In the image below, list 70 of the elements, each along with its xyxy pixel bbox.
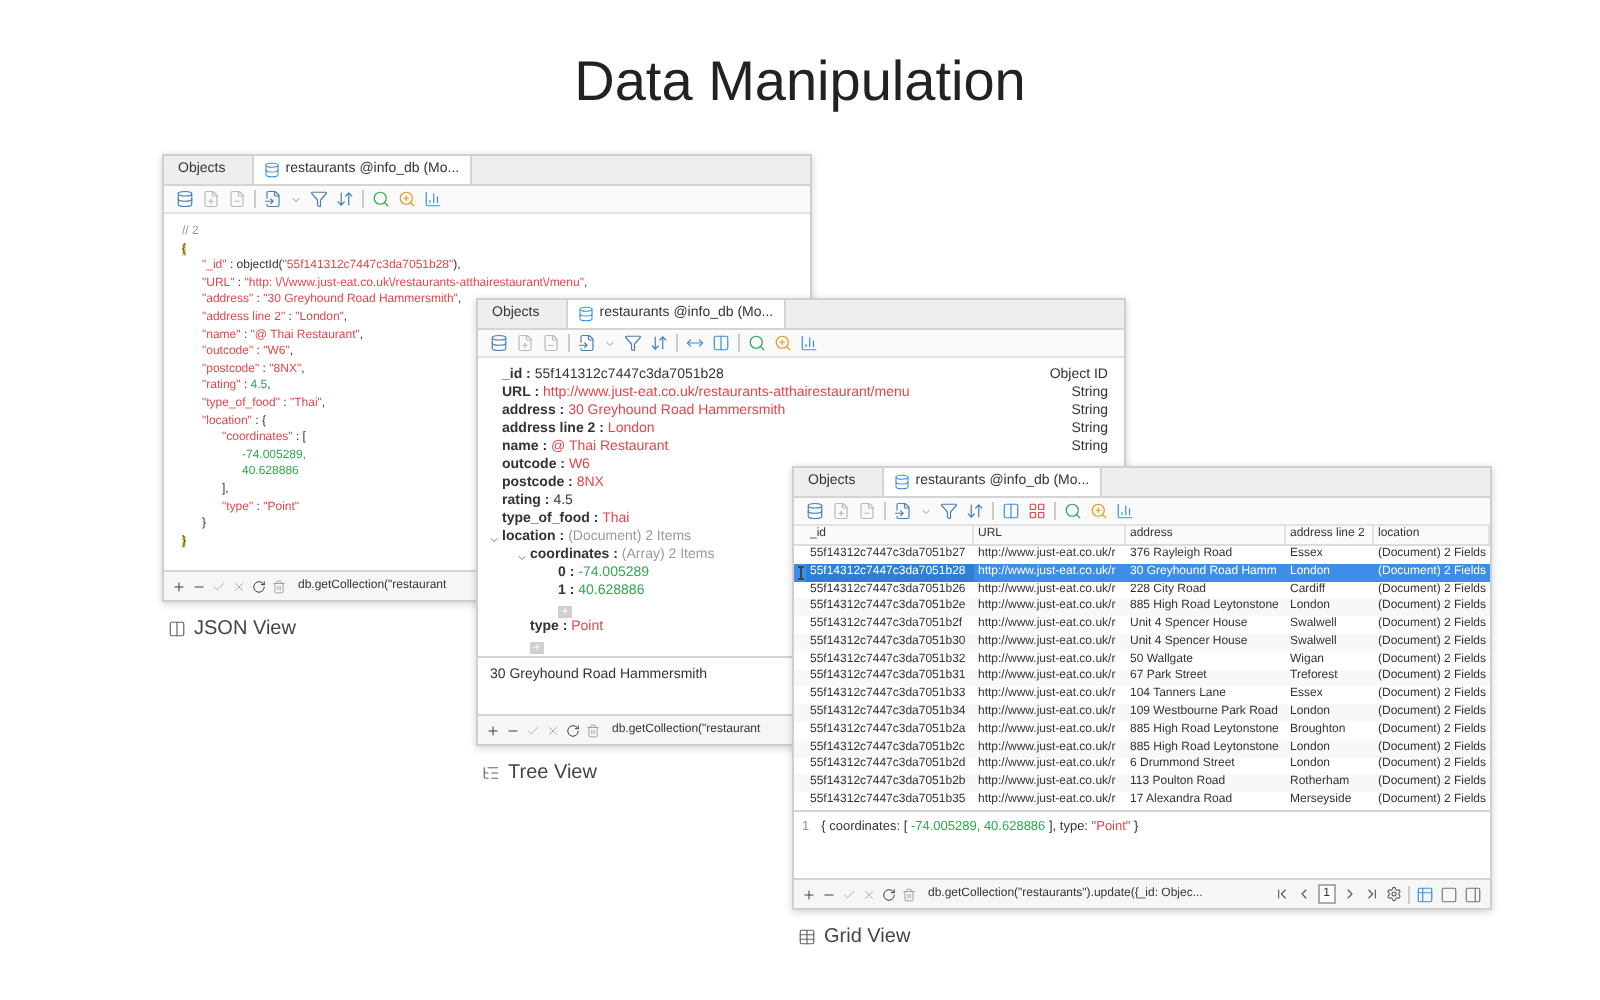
filter-icon[interactable] xyxy=(624,334,642,352)
remove-document-icon[interactable] xyxy=(858,502,876,520)
import-icon[interactable] xyxy=(894,502,912,520)
chevron-icon[interactable] xyxy=(488,533,500,545)
chart-icon[interactable] xyxy=(424,190,442,208)
remove-document-icon[interactable] xyxy=(228,190,246,208)
caret-icon[interactable] xyxy=(920,505,932,517)
add-document-icon[interactable] xyxy=(516,334,534,352)
form-view-icon[interactable] xyxy=(1440,885,1458,903)
trash-icon[interactable] xyxy=(586,723,600,737)
search-icon[interactable] xyxy=(748,334,766,352)
import-icon[interactable] xyxy=(264,190,282,208)
check-icon[interactable] xyxy=(842,887,856,901)
caret-icon[interactable] xyxy=(290,193,302,205)
columns-icon[interactable] xyxy=(1002,502,1020,520)
add-document-icon[interactable] xyxy=(202,190,220,208)
database-icon[interactable] xyxy=(490,334,508,352)
next-page-icon[interactable] xyxy=(1342,886,1358,902)
view-caption: JSON View xyxy=(194,616,296,644)
remove-document-icon[interactable] xyxy=(542,334,560,352)
database-icon xyxy=(893,474,910,490)
add-icon[interactable] xyxy=(172,579,186,593)
refresh-icon[interactable] xyxy=(252,579,266,593)
view-caption: Grid View xyxy=(824,924,911,952)
grid-icon[interactable] xyxy=(1028,502,1046,520)
refresh-icon[interactable] xyxy=(882,887,896,901)
caret-icon[interactable] xyxy=(604,337,616,349)
search-icon[interactable] xyxy=(1064,502,1082,520)
chart-icon[interactable] xyxy=(1116,502,1134,520)
sort-icon[interactable] xyxy=(650,334,668,352)
trash-icon[interactable] xyxy=(272,579,286,593)
import-icon[interactable] xyxy=(578,334,596,352)
last-page-icon[interactable] xyxy=(1364,886,1380,902)
chevron-icon[interactable] xyxy=(516,551,528,563)
check-icon[interactable] xyxy=(212,579,226,593)
database-icon xyxy=(577,306,594,322)
chart-icon[interactable] xyxy=(800,334,818,352)
view-icon xyxy=(168,620,186,638)
check-icon[interactable] xyxy=(526,723,540,737)
text-cursor-icon xyxy=(797,565,803,580)
close-icon[interactable] xyxy=(862,887,876,901)
search-icon[interactable] xyxy=(372,190,390,208)
database-icon[interactable] xyxy=(176,190,194,208)
add-document-icon[interactable] xyxy=(832,502,850,520)
view-icon xyxy=(798,928,816,946)
zoom-icon[interactable] xyxy=(1090,502,1108,520)
page-title: Data Manipulation xyxy=(574,48,1026,116)
filter-icon[interactable] xyxy=(940,502,958,520)
close-icon[interactable] xyxy=(232,579,246,593)
view-caption: Tree View xyxy=(508,760,597,788)
add-icon[interactable] xyxy=(802,887,816,901)
database-icon[interactable] xyxy=(806,502,824,520)
view-icon xyxy=(482,764,500,782)
zoom-icon[interactable] xyxy=(774,334,792,352)
close-icon[interactable] xyxy=(546,723,560,737)
grid-view-icon[interactable] xyxy=(1416,885,1434,903)
trash-icon[interactable] xyxy=(902,887,916,901)
refresh-icon[interactable] xyxy=(566,723,580,737)
settings-icon[interactable] xyxy=(1386,886,1402,902)
add-icon[interactable] xyxy=(486,723,500,737)
expand-icon[interactable] xyxy=(686,334,704,352)
first-page-icon[interactable] xyxy=(1273,886,1290,902)
panel-view-icon[interactable] xyxy=(1464,885,1482,903)
zoom-icon[interactable] xyxy=(398,190,416,208)
sort-icon[interactable] xyxy=(966,502,984,520)
sort-icon[interactable] xyxy=(336,190,354,208)
add-item-icon[interactable] xyxy=(530,641,544,653)
database-icon xyxy=(263,162,280,178)
add-item-icon[interactable] xyxy=(558,605,572,617)
filter-icon[interactable] xyxy=(310,190,328,208)
